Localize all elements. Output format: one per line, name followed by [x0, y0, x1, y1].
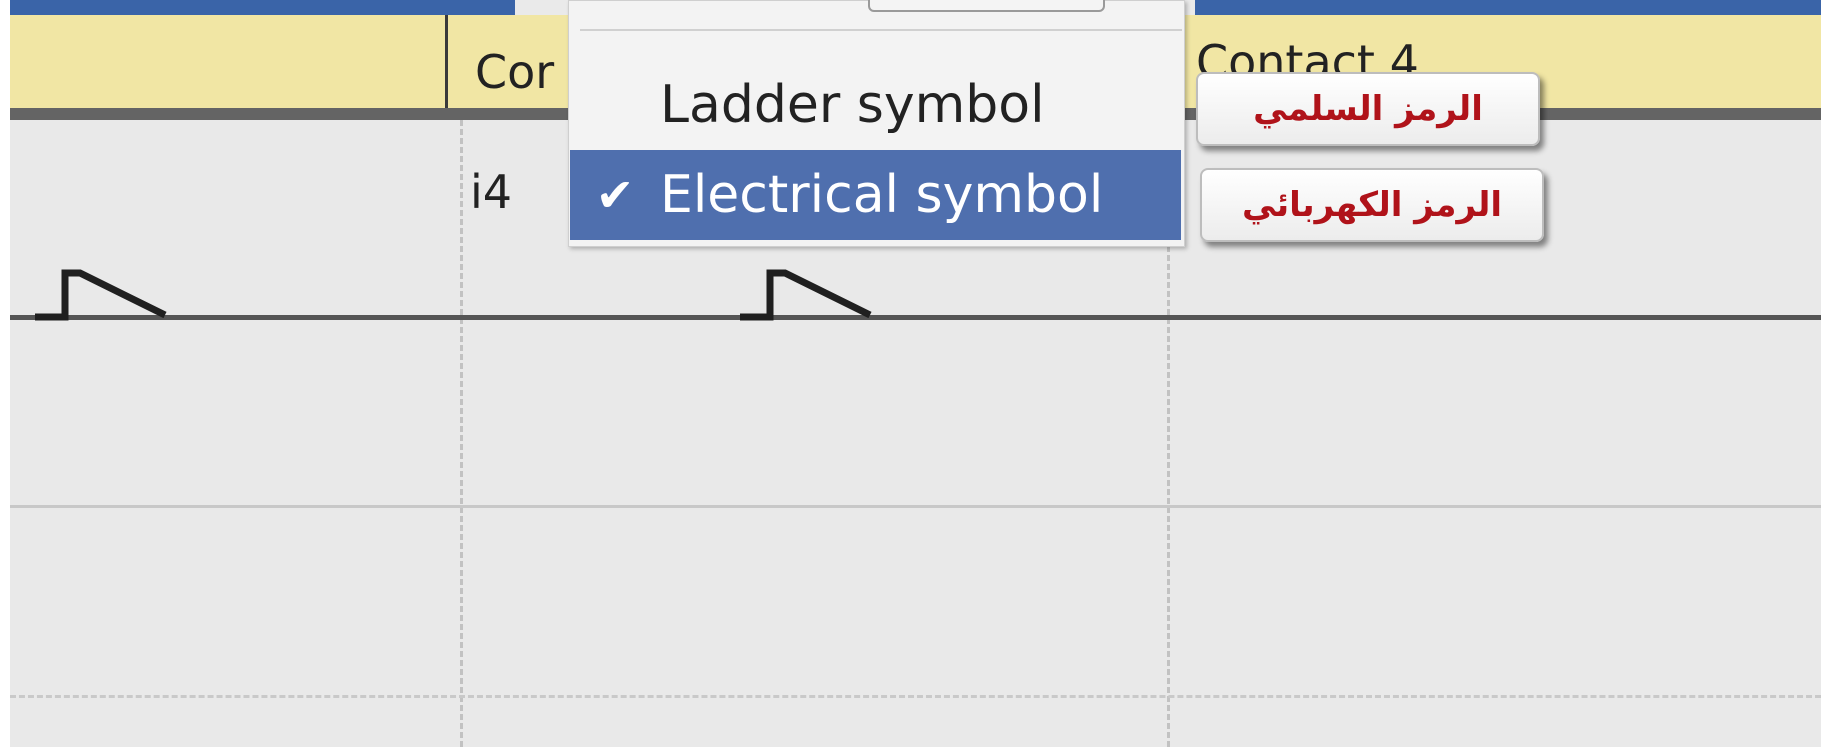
ladder-rung — [10, 315, 1821, 320]
menu-top-item[interactable] — [868, 0, 1105, 12]
tooltip-ladder-symbol: الرمز السلمي — [1196, 72, 1540, 146]
grid-column-line — [460, 120, 463, 747]
menu-separator — [580, 29, 1182, 31]
menu-item-electrical-symbol[interactable]: ✔ Electrical symbol — [570, 150, 1181, 240]
grid-row-line — [10, 695, 1821, 698]
menu-item-label: Electrical symbol — [660, 165, 1104, 225]
header-column-divider[interactable] — [445, 15, 448, 115]
contact-address-label[interactable]: i4 — [470, 165, 512, 219]
tooltip-text: الرمز الكهربائي — [1241, 185, 1503, 225]
menu-item-ladder-symbol[interactable]: Ladder symbol — [570, 60, 1181, 150]
check-icon: ✔ — [595, 168, 635, 222]
normally-open-contact-icon[interactable] — [35, 265, 175, 325]
tooltip-text: الرمز السلمي — [1253, 89, 1483, 129]
grid-row-line — [10, 505, 1821, 508]
tooltip-electrical-symbol: الرمز الكهربائي — [1200, 168, 1544, 242]
menu-item-label: Ladder symbol — [660, 75, 1045, 135]
left-border — [0, 0, 10, 747]
normally-open-contact-icon[interactable] — [740, 265, 880, 325]
column-header-contact-3[interactable]: Cor — [475, 45, 554, 99]
